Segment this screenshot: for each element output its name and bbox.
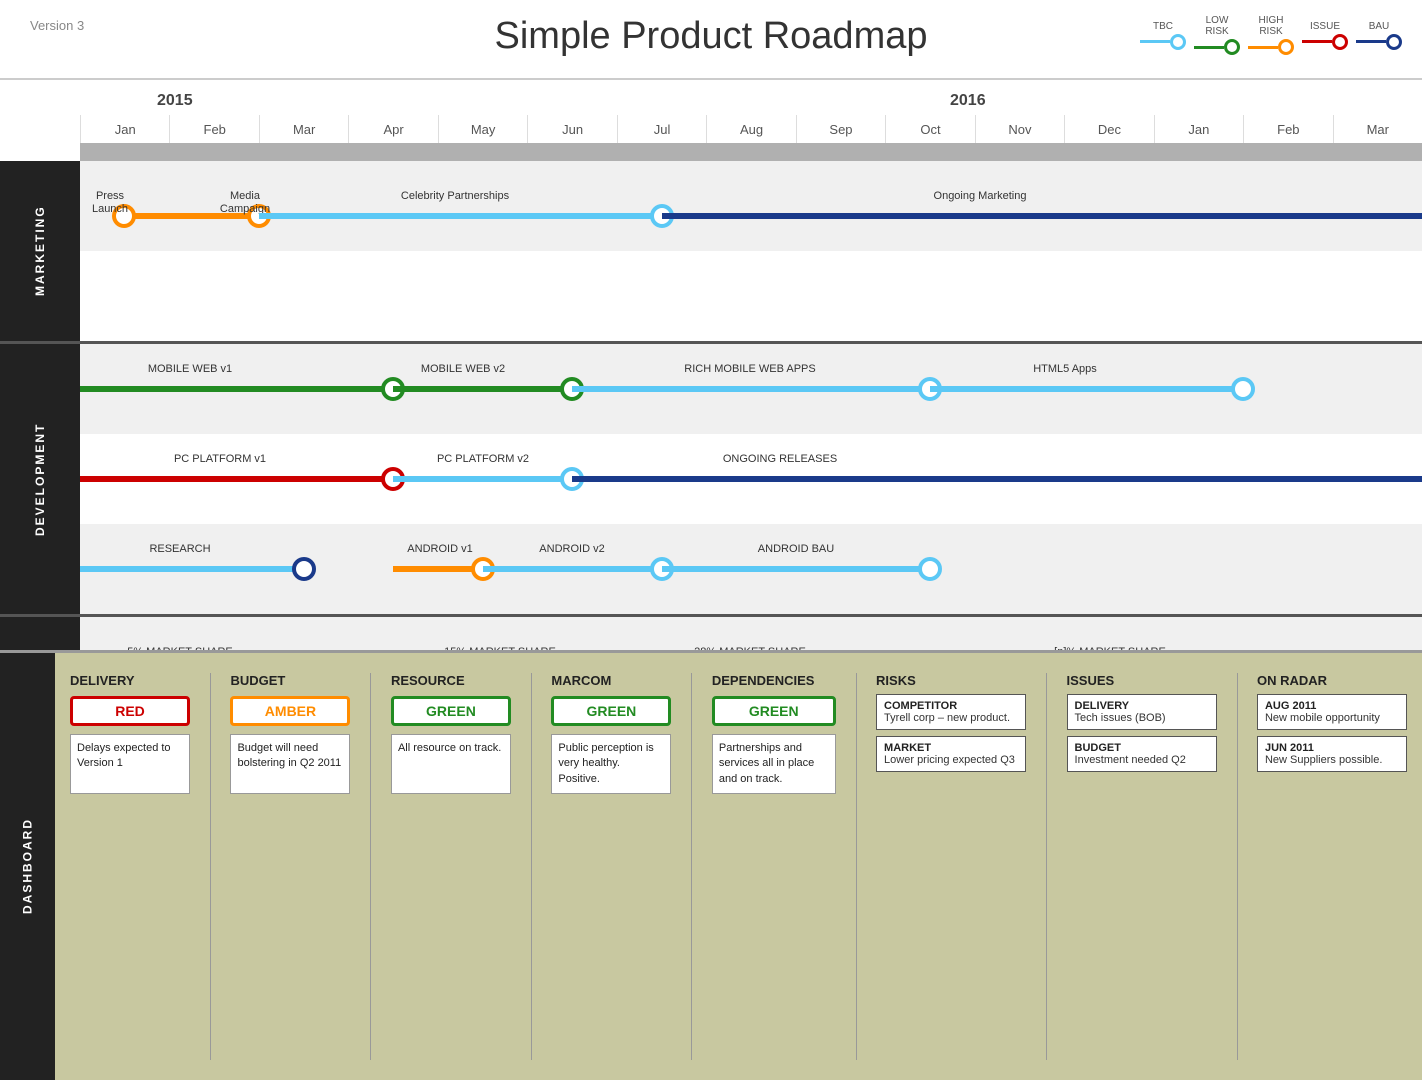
delivery-text: Delays expected to Version 1 — [70, 734, 190, 794]
month-jun-2015: Jun — [527, 115, 616, 143]
budget-text: Budget will need bolstering in Q2 2011 — [230, 734, 350, 794]
development-svg: MOBILE WEB v1 MOBILE WEB v2 RICH MOBILE … — [80, 344, 1422, 614]
month-feb-2016: Feb — [1243, 115, 1332, 143]
svg-text:PC PLATFORM v1: PC PLATFORM v1 — [174, 453, 266, 465]
on-radar-title: ON RADAR — [1257, 673, 1407, 688]
risk-market-text: Lower pricing expected Q3 — [884, 754, 1018, 766]
svg-text:RICH MOBILE WEB APPS: RICH MOBILE WEB APPS — [684, 363, 815, 375]
risk-market: MARKET Lower pricing expected Q3 — [876, 736, 1026, 772]
legend-tbc: TBC — [1140, 21, 1186, 50]
risk-competitor-title: COMPETITOR — [884, 700, 1018, 712]
year-2016-label: 2016 — [950, 92, 986, 110]
month-oct-2015: Oct — [885, 115, 974, 143]
radar-aug: AUG 2011 New mobile opportunity — [1257, 694, 1407, 730]
month-dec-2015: Dec — [1064, 115, 1153, 143]
dashboard-on-radar: ON RADAR AUG 2011 New mobile opportunity… — [1257, 673, 1407, 1060]
radar-aug-text: New mobile opportunity — [1265, 712, 1399, 724]
dashboard-budget: BUDGET AMBER Budget will need bolstering… — [230, 673, 350, 1060]
svg-text:MOBILE WEB v1: MOBILE WEB v1 — [148, 363, 232, 375]
svg-text:Media: Media — [230, 190, 261, 202]
svg-text:Press: Press — [96, 190, 125, 202]
dependencies-status: GREEN — [712, 696, 836, 726]
resource-text: All resource on track. — [391, 734, 511, 794]
delivery-status: RED — [70, 696, 190, 726]
issue-budget-text: Investment needed Q2 — [1075, 754, 1209, 766]
legend-high-risk: HIGHRISK — [1248, 15, 1294, 55]
legend-bau: BAU — [1356, 21, 1402, 50]
radar-jun-text: New Suppliers possible. — [1265, 754, 1399, 766]
resource-title: RESOURCE — [391, 673, 511, 688]
page-title: Simple Product Roadmap — [495, 15, 928, 58]
svg-text:ANDROID v2: ANDROID v2 — [539, 543, 604, 555]
month-aug-2015: Aug — [706, 115, 795, 143]
risks-title: RISKS — [876, 673, 1026, 688]
month-feb-2015: Feb — [169, 115, 258, 143]
month-mar-2016: Mar — [1333, 115, 1422, 143]
dashboard-content: DELIVERY RED Delays expected to Version … — [55, 653, 1422, 1080]
risk-market-title: MARKET — [884, 742, 1018, 754]
svg-text:Launch: Launch — [92, 203, 128, 215]
svg-text:ANDROID BAU: ANDROID BAU — [758, 543, 834, 555]
svg-text:RESEARCH: RESEARCH — [149, 543, 210, 555]
risk-competitor: COMPETITOR Tyrell corp – new product. — [876, 694, 1026, 730]
svg-text:ANDROID v1: ANDROID v1 — [407, 543, 472, 555]
swimlane-development-label: DEVELOPMENT — [0, 344, 80, 614]
month-mar-2015: Mar — [259, 115, 348, 143]
svg-text:Celebrity Partnerships: Celebrity Partnerships — [401, 190, 510, 202]
dashboard-risks: RISKS COMPETITOR Tyrell corp – new produ… — [876, 673, 1026, 1060]
delivery-title: DELIVERY — [70, 673, 190, 688]
dashboard-dependencies: DEPENDENCIES GREEN Partnerships and serv… — [712, 673, 836, 1060]
resource-status: GREEN — [391, 696, 511, 726]
budget-title: BUDGET — [230, 673, 350, 688]
marketing-svg: Press Launch Media Campaign Celebrity Pa… — [80, 161, 1422, 341]
month-apr-2015: Apr — [348, 115, 437, 143]
issue-delivery: DELIVERY Tech issues (BOB) — [1067, 694, 1217, 730]
month-jul-2015: Jul — [617, 115, 706, 143]
month-jan-2015: Jan — [80, 115, 169, 143]
dashboard-label: DASHBOARD — [0, 653, 55, 1080]
budget-status: AMBER — [230, 696, 350, 726]
dashboard-marcom: MARCOM GREEN Public perception is very h… — [551, 673, 671, 1060]
issue-budget: BUDGET Investment needed Q2 — [1067, 736, 1217, 772]
marcom-title: MARCOM — [551, 673, 671, 688]
month-jan-2016: Jan — [1154, 115, 1243, 143]
dependencies-text: Partnerships and services all in place a… — [712, 734, 836, 794]
dashboard-issues: ISSUES DELIVERY Tech issues (BOB) BUDGET… — [1067, 673, 1217, 1060]
svg-text:ONGOING RELEASES: ONGOING RELEASES — [723, 453, 837, 465]
issue-budget-title: BUDGET — [1075, 742, 1209, 754]
marcom-text: Public perception is very healthy. Posit… — [551, 734, 671, 794]
swimlane-marketing-label: MARKETING — [0, 161, 80, 341]
month-may-2015: May — [438, 115, 527, 143]
issue-delivery-text: Tech issues (BOB) — [1075, 712, 1209, 724]
dashboard: DASHBOARD DELIVERY RED Delays expected t… — [0, 650, 1422, 1080]
months-row: Jan Feb Mar Apr May Jun Jul Aug Sep Oct … — [80, 115, 1422, 143]
year-2015-label: 2015 — [157, 92, 193, 110]
radar-aug-date: AUG 2011 — [1265, 700, 1399, 712]
month-sep-2015: Sep — [796, 115, 885, 143]
radar-jun-date: JUN 2011 — [1265, 742, 1399, 754]
timeline-area: 2015 2016 Jan Feb Mar Apr May Jun Jul Au… — [0, 80, 1422, 650]
legend-issue: ISSUE — [1302, 21, 1348, 50]
svg-text:HTML5 Apps: HTML5 Apps — [1033, 363, 1097, 375]
svg-text:MOBILE WEB v2: MOBILE WEB v2 — [421, 363, 505, 375]
legend: TBC LOWRISK HIGHRISK ISSUE — [1140, 15, 1402, 55]
dashboard-delivery: DELIVERY RED Delays expected to Version … — [70, 673, 190, 1060]
dashboard-resource: RESOURCE GREEN All resource on track. — [391, 673, 511, 1060]
svg-text:Ongoing Marketing: Ongoing Marketing — [934, 190, 1027, 202]
legend-low-risk: LOWRISK — [1194, 15, 1240, 55]
radar-jun: JUN 2011 New Suppliers possible. — [1257, 736, 1407, 772]
svg-text:PC PLATFORM v2: PC PLATFORM v2 — [437, 453, 529, 465]
issues-title: ISSUES — [1067, 673, 1217, 688]
issue-delivery-title: DELIVERY — [1075, 700, 1209, 712]
marcom-status: GREEN — [551, 696, 671, 726]
month-nov-2015: Nov — [975, 115, 1064, 143]
dependencies-title: DEPENDENCIES — [712, 673, 836, 688]
header-band — [80, 143, 1422, 161]
risk-competitor-text: Tyrell corp – new product. — [884, 712, 1018, 724]
version-label: Version 3 — [30, 18, 84, 33]
